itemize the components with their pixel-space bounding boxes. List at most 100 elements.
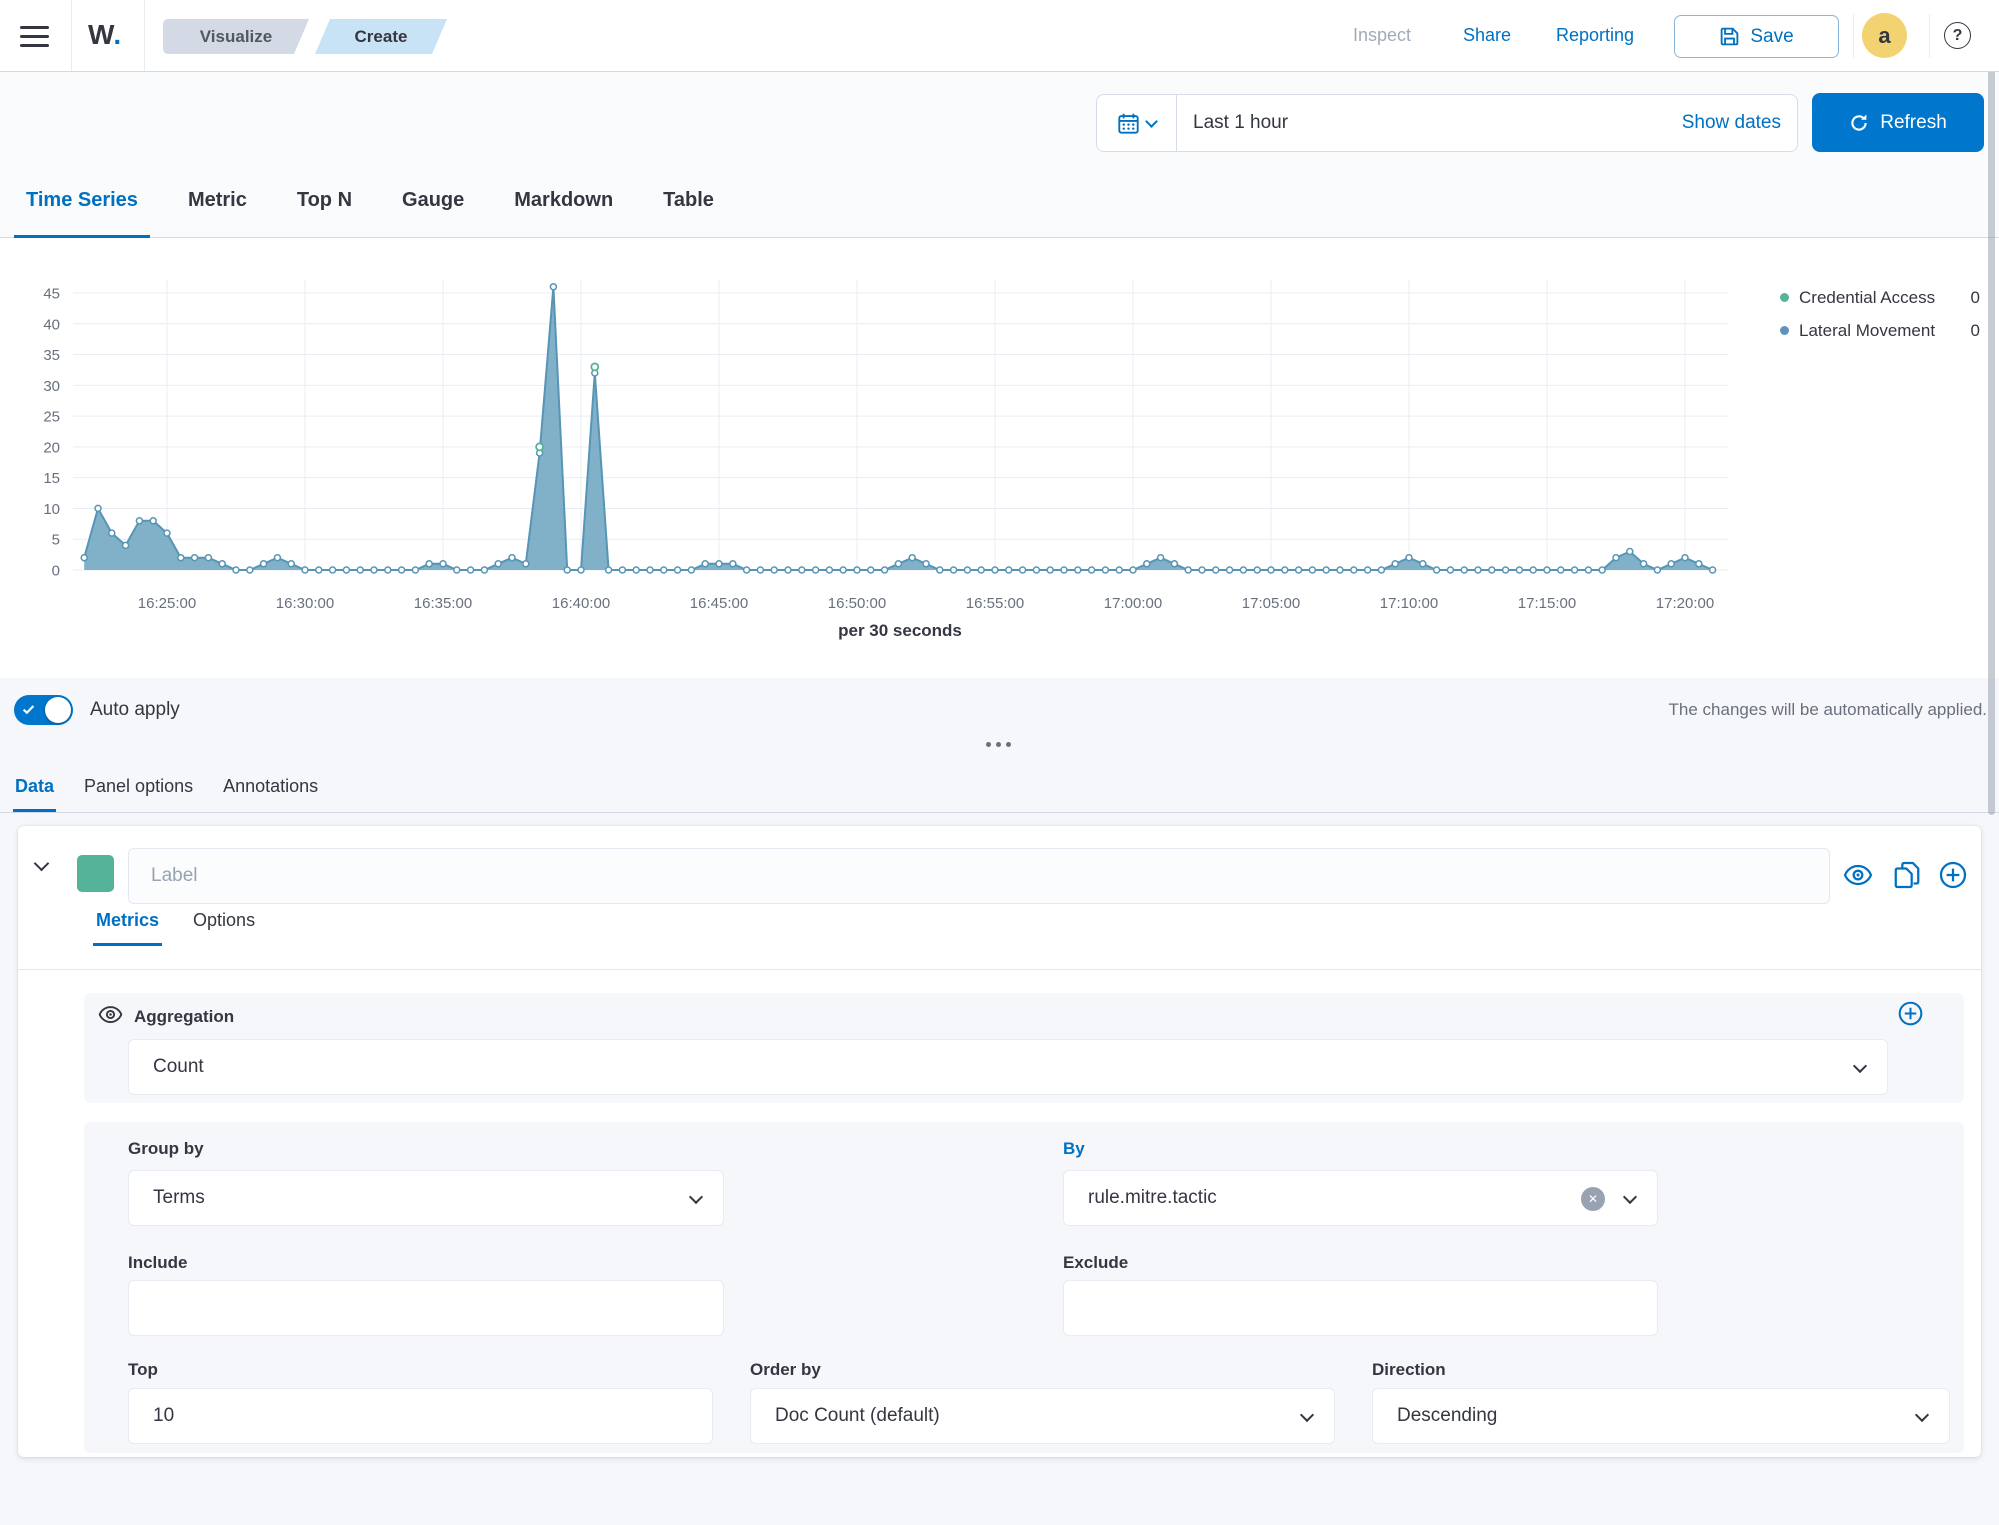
direction-label: Direction (1372, 1360, 1446, 1380)
order-by-select[interactable]: Doc Count (default) (750, 1388, 1335, 1444)
vis-type-tabs: Time Series Metric Top N Gauge Markdown … (14, 165, 752, 238)
auto-apply-toggle[interactable] (14, 695, 73, 725)
tabs-divider (0, 812, 1999, 813)
by-field-combobox[interactable]: rule.mitre.tactic ✕ (1063, 1170, 1658, 1226)
refresh-button[interactable]: Refresh (1812, 93, 1984, 152)
auto-apply-label: Auto apply (90, 699, 180, 721)
include-field (128, 1280, 724, 1336)
tab-metric[interactable]: Metric (176, 165, 259, 238)
svg-text:16:45:00: 16:45:00 (690, 595, 748, 612)
date-picker-quick-menu[interactable] (1097, 95, 1177, 151)
top-input[interactable] (153, 1405, 688, 1427)
reporting-button[interactable]: Reporting (1556, 25, 1634, 46)
refresh-icon (1849, 113, 1869, 133)
aggregation-select[interactable]: Count (128, 1039, 1888, 1095)
editor-panel: Auto apply The changes will be automatic… (0, 678, 1999, 1525)
aggregation-section: Aggregation Count (84, 993, 1964, 1103)
chevron-down-icon (34, 856, 50, 872)
svg-text:16:30:00: 16:30:00 (276, 595, 334, 612)
tab-options[interactable]: Options (190, 910, 258, 946)
chevron-down-icon (1853, 1059, 1867, 1073)
exclude-label: Exclude (1063, 1253, 1128, 1273)
svg-text:0: 0 (52, 563, 60, 580)
svg-text:16:25:00: 16:25:00 (138, 595, 196, 612)
svg-text:16:35:00: 16:35:00 (414, 595, 472, 612)
legend-value: 0 (1971, 288, 1980, 308)
header-divider (144, 0, 145, 71)
add-series-icon[interactable] (1938, 860, 1968, 890)
time-series-chart: 05101520253035404516:25:0016:30:0016:35:… (0, 238, 1999, 678)
chart-canvas[interactable]: 05101520253035404516:25:0016:30:0016:35:… (0, 238, 1999, 678)
aggregation-value: Count (153, 1056, 204, 1078)
breadcrumb-visualize[interactable]: Visualize (163, 19, 309, 54)
direction-value: Descending (1397, 1405, 1497, 1427)
include-label: Include (128, 1253, 188, 1273)
eye-icon[interactable] (98, 1002, 123, 1032)
top-field (128, 1388, 713, 1444)
svg-text:17:15:00: 17:15:00 (1518, 595, 1576, 612)
refresh-button-label: Refresh (1880, 112, 1947, 134)
show-dates-button[interactable]: Show dates (1682, 112, 1797, 134)
series-card: Metrics Options Aggregation Count (18, 826, 1981, 1457)
series-color-swatch[interactable] (77, 855, 114, 892)
app-logo[interactable]: W. (88, 19, 122, 51)
share-button[interactable]: Share (1463, 25, 1511, 46)
logo-dot: . (113, 19, 121, 50)
collapse-series-button[interactable] (36, 856, 64, 884)
legend-value: 0 (1971, 321, 1980, 341)
legend-dot-icon (1780, 293, 1789, 302)
aggregation-label: Aggregation (134, 1007, 234, 1027)
avatar[interactable]: a (1862, 13, 1907, 58)
tab-time-series[interactable]: Time Series (14, 165, 150, 238)
legend-item-credential-access[interactable]: Credential Access 0 (1780, 281, 1980, 314)
series-label-input[interactable] (128, 848, 1830, 904)
svg-text:15: 15 (43, 470, 60, 487)
order-by-label: Order by (750, 1360, 821, 1380)
svg-text:17:20:00: 17:20:00 (1656, 595, 1714, 612)
svg-text:40: 40 (43, 316, 60, 333)
tsvb-editor-page: W. Visualize Create Inspect Share Report… (0, 0, 1999, 1525)
tab-table[interactable]: Table (651, 165, 726, 238)
chart-legend: Credential Access 0 Lateral Movement 0 (1780, 281, 1980, 347)
order-by-value: Doc Count (default) (775, 1405, 940, 1427)
query-bar-strip: Last 1 hour Show dates Refresh Time Seri… (0, 72, 1999, 238)
tab-top-n[interactable]: Top N (285, 165, 364, 238)
include-input[interactable] (153, 1297, 699, 1319)
time-range-value[interactable]: Last 1 hour (1177, 112, 1682, 134)
svg-text:17:00:00: 17:00:00 (1104, 595, 1162, 612)
tab-markdown[interactable]: Markdown (502, 165, 625, 238)
sub-tabs-divider (18, 969, 1981, 970)
series-sub-tabs: Metrics Options (93, 910, 286, 946)
menu-icon[interactable] (20, 26, 49, 47)
header-divider (1929, 14, 1930, 58)
direction-select[interactable]: Descending (1372, 1388, 1950, 1444)
top-label: Top (128, 1360, 158, 1380)
tab-annotations[interactable]: Annotations (221, 776, 320, 812)
exclude-input[interactable] (1088, 1297, 1633, 1319)
save-button[interactable]: Save (1674, 15, 1839, 58)
help-icon[interactable]: ? (1944, 22, 1971, 49)
svg-text:17:05:00: 17:05:00 (1242, 595, 1300, 612)
tab-panel-options[interactable]: Panel options (82, 776, 195, 812)
legend-item-lateral-movement[interactable]: Lateral Movement 0 (1780, 314, 1980, 347)
header-divider (1853, 14, 1854, 58)
by-field-value: rule.mitre.tactic (1088, 1187, 1217, 1209)
chevron-down-icon (689, 1190, 703, 1204)
svg-text:25: 25 (43, 409, 60, 426)
add-metric-icon[interactable] (1897, 1000, 1924, 1032)
inspect-button[interactable]: Inspect (1353, 25, 1411, 46)
scrollbar[interactable] (1988, 30, 1995, 815)
clear-field-icon[interactable]: ✕ (1581, 1187, 1605, 1211)
eye-icon[interactable] (1843, 860, 1873, 890)
save-button-label: Save (1750, 26, 1793, 48)
panel-resize-handle[interactable] (986, 742, 1011, 747)
clone-series-icon[interactable] (1892, 860, 1922, 890)
tab-metrics[interactable]: Metrics (93, 910, 162, 946)
svg-text:30: 30 (43, 378, 60, 395)
group-by-select[interactable]: Terms (128, 1170, 724, 1226)
tab-data[interactable]: Data (13, 776, 56, 812)
legend-dot-icon (1780, 326, 1789, 335)
chevron-down-icon (1300, 1408, 1314, 1422)
tab-gauge[interactable]: Gauge (390, 165, 476, 238)
editor-tabs: Data Panel options Annotations (13, 776, 346, 812)
